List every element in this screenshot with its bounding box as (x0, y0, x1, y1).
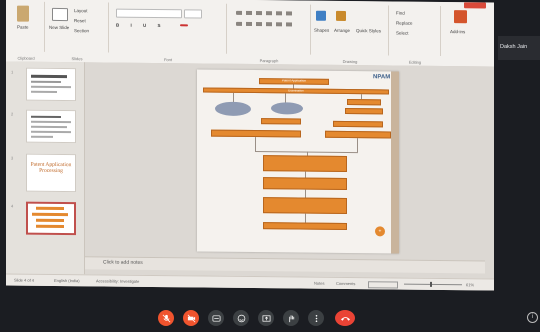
arrange-button[interactable]: Arrange (334, 28, 350, 33)
find-button[interactable]: Find (396, 11, 405, 16)
slide-thumbnail-3[interactable]: Patent Application Processing (26, 153, 76, 193)
paragraph-group-label: Paragraph (259, 58, 279, 64)
info-icon[interactable]: i (527, 312, 538, 323)
paste-button[interactable]: Paste (17, 25, 29, 30)
flow-box (263, 197, 347, 215)
emoji-icon[interactable] (233, 310, 249, 326)
slides-group: New Slide Layout Reset Section Slides (46, 1, 109, 61)
slide-counter: Slide 4 of 4 (14, 277, 35, 283)
connector (255, 137, 256, 152)
clipboard-group-label: Clipboard (17, 55, 35, 61)
addins-icon (454, 10, 467, 24)
connector (357, 138, 358, 153)
new-slide-button[interactable]: New Slide (49, 25, 69, 30)
slide-thumbnail-1[interactable] (26, 67, 76, 102)
slide-thumbnail-2[interactable] (26, 109, 76, 144)
npam-logo: NPAM (373, 74, 391, 81)
layout-button[interactable]: Layout (74, 8, 88, 13)
select-button[interactable]: Select (396, 31, 409, 36)
participant-name: Daksh Jain (500, 44, 528, 50)
participant-tile[interactable]: Daksh Jain (498, 36, 540, 60)
paste-icon (17, 5, 29, 22)
flow-box (345, 107, 383, 115)
clipboard-group: Paste Clipboard (8, 1, 45, 61)
slide-thumbnail-pane[interactable]: 1 2 3 Patent Application Processing 4 (6, 61, 85, 275)
flow-box (261, 118, 301, 125)
slides-group-label: Slides (71, 56, 83, 62)
flow-box (347, 99, 381, 106)
flow-box (263, 222, 347, 231)
thumb-number: 4 (11, 203, 14, 209)
bold-italic-underline-icons[interactable]: B I U S (116, 23, 166, 29)
ribbon: Paste Clipboard New Slide Layout Reset S… (6, 0, 494, 68)
drawing-group-label: Drawing (342, 58, 358, 65)
slide-editing-canvas[interactable]: NPAM Patent Application Examination + (85, 62, 494, 279)
replace-button[interactable]: Replace (396, 21, 413, 26)
add-element-icon[interactable]: + (375, 226, 385, 237)
paragraph-group: Paragraph (228, 3, 311, 63)
align-icons[interactable] (236, 21, 296, 27)
notes-placeholder: Click to add notes (103, 259, 143, 266)
quick-styles-button[interactable]: Quick Styles (356, 28, 381, 33)
flow-oval-left (215, 101, 251, 117)
reset-button[interactable]: Reset (74, 18, 86, 23)
flow-title-box: Patent Application (259, 78, 329, 85)
drawing-group: Shapes Arrange Quick Styles Drawing (312, 4, 389, 64)
flow-box (333, 120, 383, 128)
shapes-icon (316, 10, 326, 21)
flow-box (211, 129, 301, 138)
current-slide[interactable]: NPAM Patent Application Examination + (197, 69, 399, 254)
font-color-icon[interactable] (180, 24, 188, 27)
notes-toggle-button[interactable]: Notes (314, 281, 324, 286)
flow-box (325, 130, 391, 139)
font-name-select[interactable] (116, 8, 182, 19)
font-size-select[interactable] (184, 9, 202, 19)
thumb-number: 3 (11, 155, 14, 161)
editing-group-label: Editing (408, 59, 422, 65)
flow-box (263, 155, 347, 173)
leave-call-icon[interactable] (335, 310, 355, 326)
zoom-slider[interactable] (404, 283, 462, 286)
section-button[interactable]: Section (74, 28, 89, 33)
addins-button[interactable]: Add-ins (450, 29, 465, 34)
thumb-number: 1 (11, 69, 14, 75)
captions-icon[interactable] (208, 310, 224, 326)
thumbnail-title: Patent Application Processing (30, 161, 72, 175)
connector (305, 189, 306, 198)
zoom-slider-thumb[interactable] (430, 281, 432, 287)
present-icon[interactable] (258, 310, 274, 326)
camera-off-icon[interactable] (183, 310, 199, 326)
addins-group: Add-ins (442, 6, 482, 56)
flow-oval-middle (271, 102, 303, 115)
mic-off-icon[interactable] (158, 310, 174, 326)
more-options-icon[interactable] (308, 310, 324, 326)
zoom-level[interactable]: 61% (466, 282, 474, 287)
slide-thumbnail-4-selected[interactable] (26, 201, 76, 236)
language-indicator[interactable]: English (India) (54, 278, 80, 283)
slide-side-stripe (391, 71, 399, 254)
flow-box (263, 177, 347, 191)
new-slide-icon (52, 7, 68, 22)
connector (305, 213, 306, 223)
font-group: B I U S Font (110, 2, 227, 62)
list-icons[interactable] (236, 10, 296, 16)
shapes-button[interactable]: Shapes (314, 28, 329, 33)
close-window-icon[interactable] (464, 2, 486, 9)
editing-group: Find Replace Select Editing (390, 5, 441, 65)
accessibility-status[interactable]: Accessibility: Investigate (96, 278, 139, 283)
laptop-screen: Paste Clipboard New Slide Layout Reset S… (6, 0, 494, 291)
arrange-icon (336, 10, 346, 22)
thumb-number: 2 (11, 111, 14, 117)
raise-hand-icon[interactable] (283, 310, 299, 326)
view-buttons[interactable] (368, 281, 398, 289)
comments-toggle-button[interactable]: Comments (336, 281, 355, 286)
